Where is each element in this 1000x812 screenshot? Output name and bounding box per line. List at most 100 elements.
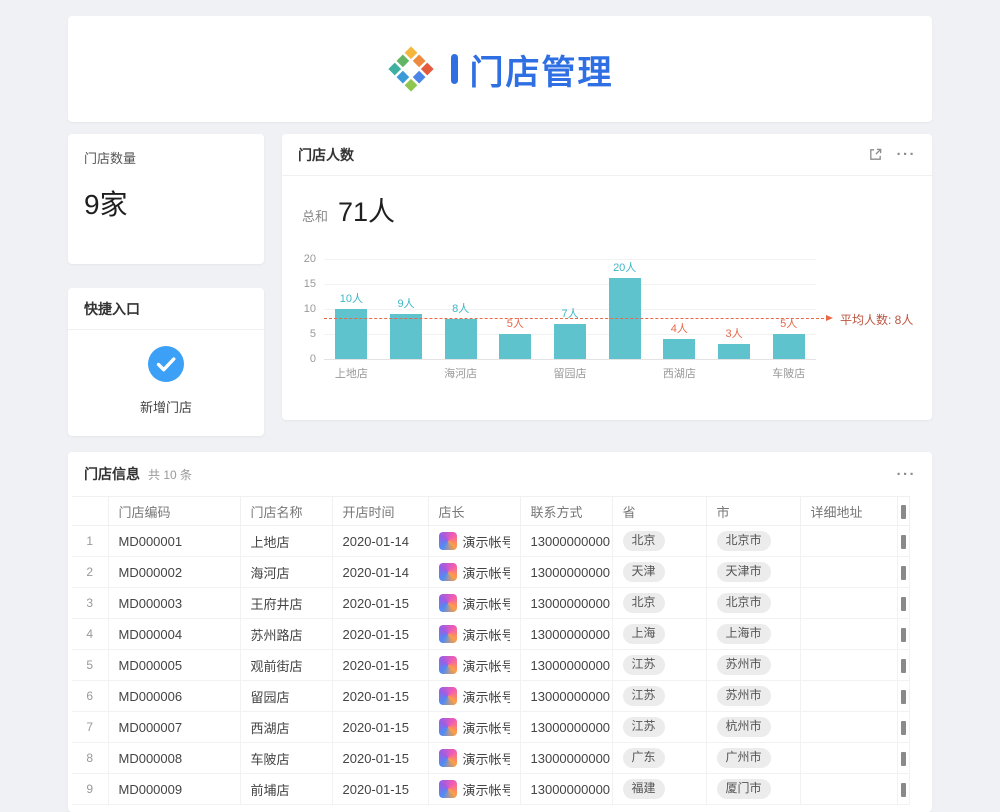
cell-open-date: 2020-01-14 (332, 557, 428, 588)
cell-store-name: 车陂店 (240, 743, 332, 774)
page-title: 门店管理 (470, 45, 614, 94)
bar-value-label: 3人 (725, 325, 742, 341)
clipped-content (901, 535, 906, 549)
check-circle-icon (147, 345, 185, 388)
cell-open-date: 2020-01-15 (332, 588, 428, 619)
bar-value-label: 8人 (452, 300, 469, 316)
manager: 演示帐号 (439, 656, 510, 675)
store-count-value: 9家 (84, 183, 248, 223)
province-tag: 江苏 (623, 717, 665, 737)
manager-avatar-icon (439, 780, 457, 798)
cell-province: 江苏 (612, 712, 706, 743)
manager-avatar-icon (439, 532, 457, 550)
clipped-column-sliver (898, 681, 910, 712)
cell-manager: 演示帐号 (428, 588, 520, 619)
cell-open-date: 2020-01-15 (332, 743, 428, 774)
province-tag: 广东 (623, 748, 665, 768)
manager-avatar-icon (439, 594, 457, 612)
quick-entry-title: 快捷入口 (84, 299, 140, 319)
expand-icon[interactable] (868, 147, 883, 162)
manager: 演示帐号 (439, 532, 510, 551)
city-tag: 苏州市 (717, 686, 771, 706)
manager-name: 演示帐号 (463, 625, 510, 644)
clipped-column-sliver (898, 619, 910, 650)
clipped-content (901, 659, 906, 673)
average-line: 平均人数: 8人 (324, 318, 824, 319)
cell-row-index: 1 (72, 526, 108, 557)
cell-row-index: 3 (72, 588, 108, 619)
table-row[interactable]: 8MD000008车陂店2020-01-15演示帐号13000000000广东广… (72, 743, 910, 774)
clipped-column-sliver (898, 497, 910, 526)
city-tag: 杭州市 (717, 717, 771, 737)
cell-store-code: MD000003 (108, 588, 240, 619)
manager: 演示帐号 (439, 594, 510, 613)
cell-address (800, 619, 898, 650)
cell-city: 北京市 (706, 526, 800, 557)
clipped-column-sliver (898, 712, 910, 743)
cell-city: 北京市 (706, 588, 800, 619)
bar (773, 334, 805, 359)
x-axis-label: 西湖店 (663, 365, 696, 381)
manager-name: 演示帐号 (463, 656, 510, 675)
manager-avatar-icon (439, 656, 457, 674)
bar-slot: 9人 (379, 259, 434, 359)
clipped-content (901, 783, 906, 797)
chart-y-axis: 05101520 (298, 259, 324, 359)
bar-slot: 5人车陂店 (761, 259, 816, 359)
bar (499, 334, 531, 359)
cell-row-index: 5 (72, 650, 108, 681)
store-table: 门店编码门店名称开店时间店长联系方式省市详细地址 1MD000001上地店202… (72, 496, 910, 805)
title-accent-bar (451, 54, 458, 84)
manager-name: 演示帐号 (463, 594, 510, 613)
table-row[interactable]: 5MD000005观前街店2020-01-15演示帐号13000000000江苏… (72, 650, 910, 681)
cell-manager: 演示帐号 (428, 526, 520, 557)
manager-avatar-icon (439, 563, 457, 581)
bar-slot: 4人西湖店 (652, 259, 707, 359)
average-line-label: 平均人数: 8人 (840, 311, 913, 328)
chart-bars: 10人上地店9人8人海河店5人7人留园店20人4人西湖店3人5人车陂店 (324, 259, 816, 359)
bar (663, 339, 695, 359)
store-count-card: 门店数量 9家 (68, 134, 264, 264)
city-tag: 北京市 (717, 531, 771, 551)
cell-address (800, 557, 898, 588)
column-header: 联系方式 (520, 497, 612, 526)
cell-store-name: 留园店 (240, 681, 332, 712)
cell-store-code: MD000004 (108, 619, 240, 650)
store-count-title: 门店数量 (84, 148, 248, 167)
city-tag: 上海市 (717, 624, 771, 644)
cell-city: 上海市 (706, 619, 800, 650)
column-header-index (72, 497, 108, 526)
cell-phone: 13000000000 (520, 712, 612, 743)
table-more-options-icon[interactable]: ··· (897, 467, 917, 482)
clipped-column-sliver (898, 526, 910, 557)
clipped-column-sliver (898, 557, 910, 588)
table-row[interactable]: 4MD000004苏州路店2020-01-15演示帐号13000000000上海… (72, 619, 910, 650)
table-row[interactable]: 2MD000002海河店2020-01-14演示帐号13000000000天津天… (72, 557, 910, 588)
cell-phone: 13000000000 (520, 526, 612, 557)
table-row[interactable]: 1MD000001上地店2020-01-14演示帐号13000000000北京北… (72, 526, 910, 557)
manager-name: 演示帐号 (463, 687, 510, 706)
cell-open-date: 2020-01-15 (332, 650, 428, 681)
cell-province: 广东 (612, 743, 706, 774)
table-row[interactable]: 7MD000007西湖店2020-01-15演示帐号13000000000江苏杭… (72, 712, 910, 743)
column-header: 开店时间 (332, 497, 428, 526)
more-options-icon[interactable]: ··· (897, 147, 917, 162)
manager: 演示帐号 (439, 718, 510, 737)
record-count: 共 10 条 (148, 466, 192, 483)
column-header: 门店编码 (108, 497, 240, 526)
bar (445, 319, 477, 359)
sum-label: 总和 (302, 206, 328, 225)
cell-phone: 13000000000 (520, 681, 612, 712)
manager: 演示帐号 (439, 780, 510, 799)
table-header-row: 门店编码门店名称开店时间店长联系方式省市详细地址 (72, 497, 910, 526)
cell-city: 苏州市 (706, 650, 800, 681)
cell-store-code: MD000007 (108, 712, 240, 743)
bar-value-label: 10人 (340, 290, 363, 306)
cell-manager: 演示帐号 (428, 650, 520, 681)
headcount-title: 门店人数 (298, 145, 354, 165)
bar-slot: 10人上地店 (324, 259, 379, 359)
cell-manager: 演示帐号 (428, 743, 520, 774)
table-row[interactable]: 6MD000006留园店2020-01-15演示帐号13000000000江苏苏… (72, 681, 910, 712)
table-row[interactable]: 3MD000003王府井店2020-01-15演示帐号13000000000北京… (72, 588, 910, 619)
add-store-action[interactable]: 新增门店 (68, 330, 264, 416)
